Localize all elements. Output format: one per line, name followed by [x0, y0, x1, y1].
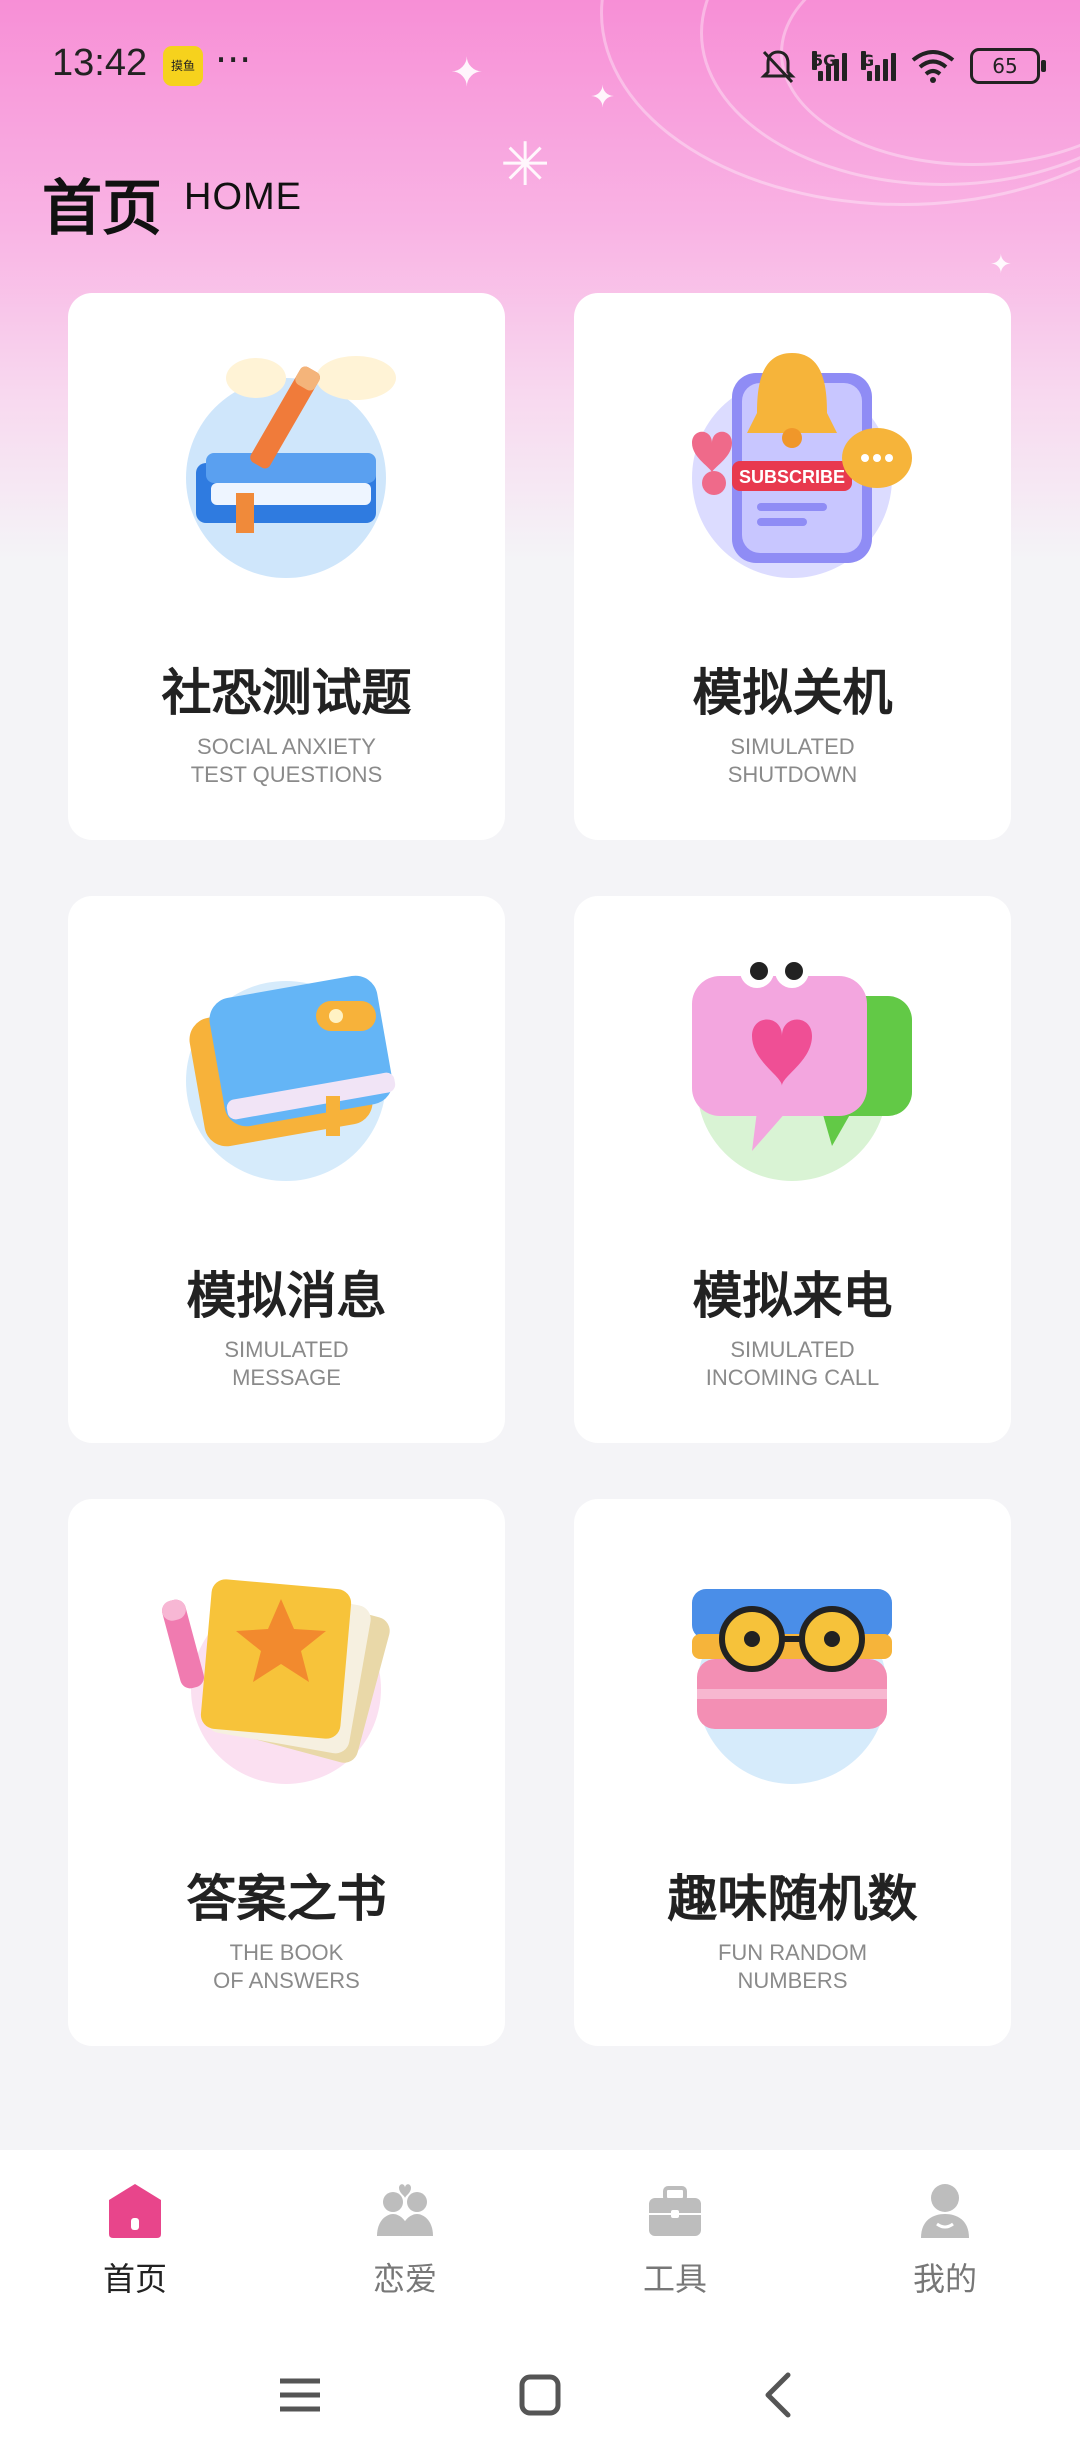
page-subtitle: HOME — [184, 176, 302, 218]
card-subtitle-line2: OF ANSWERS — [213, 1968, 360, 1993]
status-icons: 5G G 65 — [758, 46, 1046, 86]
card-subtitle-line2: TEST QUESTIONS — [190, 762, 383, 787]
toolbox-icon — [649, 2186, 701, 2236]
card-subtitle-line1: FUN RANDOM — [717, 1940, 868, 1965]
subscribe-label: SUBSCRIBE — [739, 467, 845, 487]
battery-icon: 65 — [970, 48, 1046, 84]
nav-item-profile[interactable]: 我的 — [810, 2150, 1080, 2325]
card-title: 答案之书 — [186, 1870, 387, 1928]
card-subtitle: SIMULATED INCOMING CALL — [574, 1336, 1011, 1392]
signal-g-icon: G — [861, 51, 896, 81]
bell-muted-icon — [760, 50, 796, 84]
card-title: 模拟消息 — [186, 1267, 387, 1325]
card-fun-random-numbers[interactable]: 趣味随机数 FUN RANDOM NUMBERS — [574, 1499, 1011, 2046]
card-simulated-incoming-call[interactable]: 模拟来电 SIMULATED INCOMING CALL — [574, 896, 1011, 1443]
couple-icon — [377, 2184, 433, 2236]
card-simulated-shutdown[interactable]: SUBSCRIBE 模拟关机 SIMULATED SHUTDOWN — [574, 293, 1011, 840]
notebook-icon — [186, 975, 396, 1181]
card-subtitle-line2: SHUTDOWN — [727, 762, 858, 787]
nav-label: 我的 — [912, 2260, 977, 2298]
card-subtitle: FUN RANDOM NUMBERS — [574, 1939, 1011, 1995]
nav-label: 工具 — [642, 2260, 707, 2298]
card-subtitle-line1: THE BOOK — [229, 1940, 344, 1965]
card-subtitle-line1: SIMULATED — [730, 734, 855, 759]
app-notification-icon: 摸鱼 — [163, 46, 203, 86]
signal-g-label: G — [861, 51, 875, 70]
page-title: 首页 — [42, 174, 162, 244]
books-glasses-icon — [692, 1589, 892, 1784]
card-subtitle-line1: SIMULATED — [730, 1337, 855, 1362]
card-simulated-message[interactable]: 模拟消息 SIMULATED MESSAGE — [68, 896, 505, 1443]
menu-icon[interactable] — [260, 2355, 340, 2435]
nav-label: 恋爱 — [372, 2260, 437, 2298]
signal-5g-icon: 5G — [812, 51, 847, 81]
nav-item-home[interactable]: 首页 — [0, 2150, 270, 2325]
card-subtitle: SIMULATED MESSAGE — [68, 1336, 505, 1392]
profile-icon — [921, 2184, 969, 2238]
nav-item-love[interactable]: 恋爱 — [270, 2150, 540, 2325]
card-subtitle: THE BOOK OF ANSWERS — [68, 1939, 505, 1995]
status-bar: 13:42 摸鱼 ··· 5G G 65 — [0, 0, 1080, 140]
card-subtitle-line1: SOCIAL ANXIETY — [197, 734, 376, 759]
home-icon — [109, 2184, 161, 2238]
bottom-nav: 首页 恋爱 工具 我的 — [0, 2150, 1080, 2325]
card-title: 模拟来电 — [692, 1267, 893, 1325]
card-subtitle-line1: SIMULATED — [224, 1337, 349, 1362]
back-icon[interactable] — [740, 2355, 820, 2435]
wifi-icon — [911, 50, 955, 83]
signal-5g-label: 5G — [812, 51, 837, 70]
card-subtitle: SOCIAL ANXIETY TEST QUESTIONS — [68, 733, 505, 789]
card-subtitle-line2: INCOMING CALL — [705, 1365, 880, 1390]
book-pencil-icon — [186, 356, 396, 578]
card-title: 模拟关机 — [692, 664, 893, 722]
card-title: 社恐测试题 — [161, 664, 412, 722]
card-title: 趣味随机数 — [667, 1870, 918, 1928]
star-book-icon — [162, 1579, 390, 1784]
nav-item-tools[interactable]: 工具 — [540, 2150, 810, 2325]
card-subtitle: SIMULATED SHUTDOWN — [574, 733, 1011, 789]
subscribe-bell-icon: SUBSCRIBE — [692, 353, 912, 578]
card-social-anxiety-test[interactable]: 社恐测试题 SOCIAL ANXIETY TEST QUESTIONS — [68, 293, 505, 840]
chat-heart-icon — [692, 954, 912, 1181]
status-time: 13:42 — [52, 42, 148, 84]
more-notifications-icon: ··· — [215, 38, 252, 82]
card-subtitle-line2: MESSAGE — [232, 1365, 341, 1390]
home-square-icon[interactable] — [500, 2355, 580, 2435]
card-book-of-answers[interactable]: 答案之书 THE BOOK OF ANSWERS — [68, 1499, 505, 2046]
system-nav-bar — [0, 2325, 1080, 2460]
card-subtitle-line2: NUMBERS — [737, 1968, 848, 1993]
nav-label: 首页 — [102, 2260, 167, 2298]
